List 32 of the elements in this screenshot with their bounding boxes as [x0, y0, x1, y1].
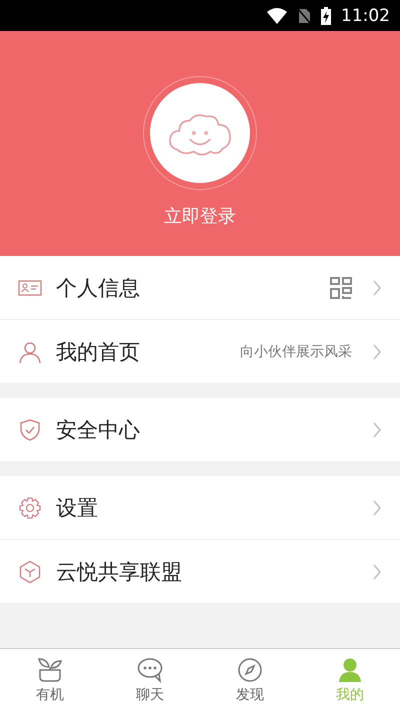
person-icon [337, 656, 363, 682]
chevron-right-icon [372, 278, 382, 296]
menu-hint: 向小伙伴展示风采 [240, 342, 352, 360]
chevron-right-icon [372, 562, 382, 580]
person-icon [18, 340, 42, 364]
cube-icon [18, 560, 42, 584]
menu-item[interactable]: 个人信息 [0, 256, 400, 320]
menu-label: 个人信息 [56, 274, 140, 302]
wifi-icon [267, 8, 287, 24]
tab[interactable]: 发现 [200, 649, 300, 711]
settings-icon [18, 496, 42, 520]
chevron-right-icon [372, 420, 382, 438]
menu-label: 设置 [56, 494, 98, 522]
avatar-button[interactable] [150, 83, 250, 183]
plant-pot-icon [37, 656, 63, 682]
menu-label: 安全中心 [56, 416, 140, 444]
tab[interactable]: 聊天 [100, 649, 200, 711]
chat-bubble-icon [137, 656, 163, 682]
menu-item[interactable]: 云悦共享联盟 [0, 540, 400, 603]
menu-item[interactable]: 我的首页 向小伙伴展示风采 [0, 320, 400, 383]
menu-item[interactable]: 安全中心 [0, 398, 400, 461]
menu-label: 我的首页 [56, 338, 140, 366]
chevron-right-icon [372, 342, 382, 360]
shield-check-icon [18, 418, 42, 442]
no-sim-icon [297, 8, 311, 24]
battery-charging-icon [321, 6, 331, 24]
compass-icon [237, 656, 263, 682]
clock: 11:02 [341, 6, 390, 26]
tab[interactable]: 有机 [0, 649, 100, 711]
menu-item[interactable]: 设置 [0, 476, 400, 540]
menu-label: 云悦共享联盟 [56, 558, 182, 586]
chevron-right-icon [372, 498, 382, 516]
